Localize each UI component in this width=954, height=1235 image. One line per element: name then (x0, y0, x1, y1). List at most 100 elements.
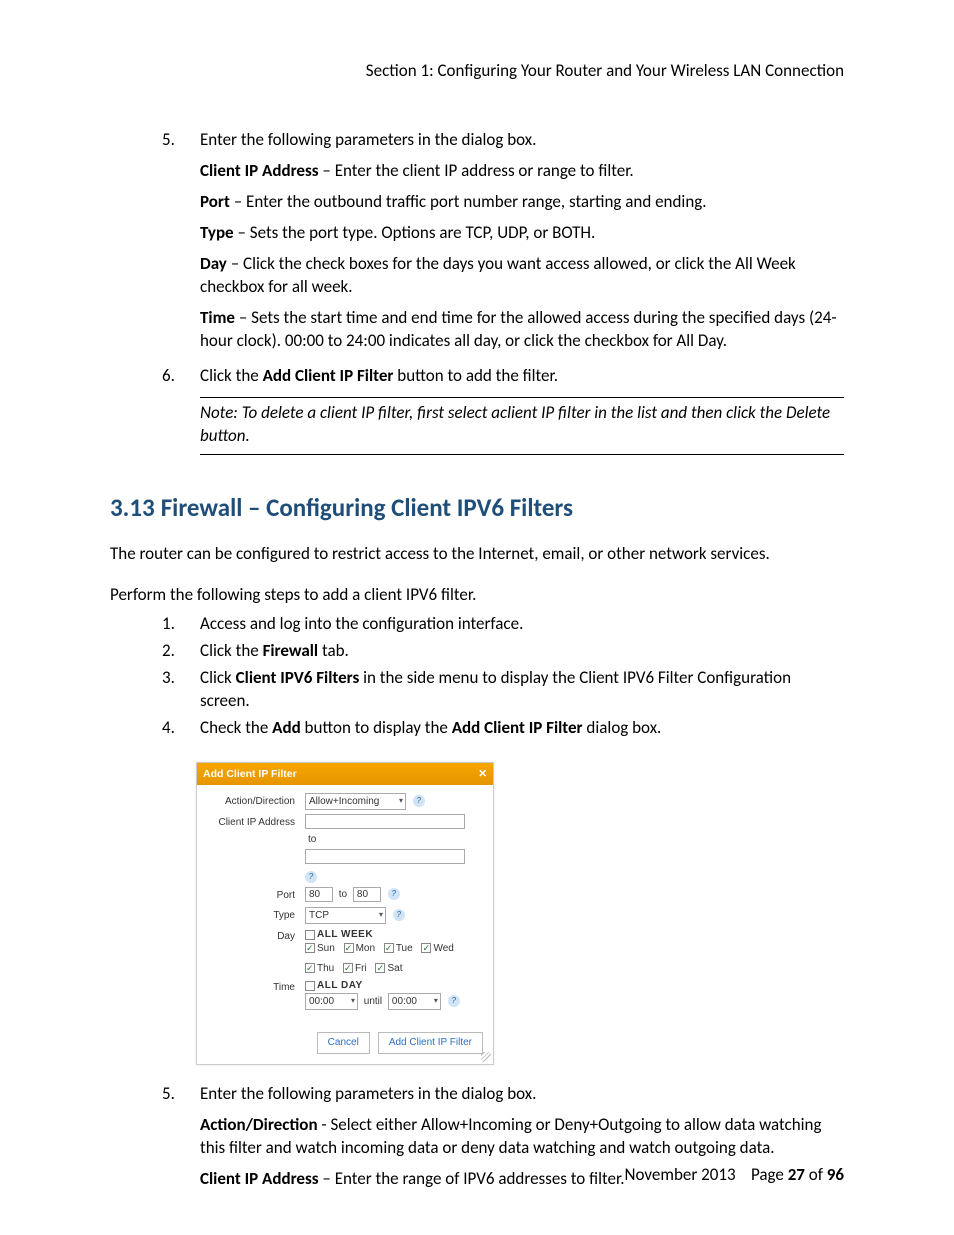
dialog-titlebar: Add Client IP Filter ✕ (197, 763, 493, 785)
until-label: until (364, 996, 382, 1007)
bold-term: Add (272, 717, 301, 738)
add-client-ip-filter-button[interactable]: Add Client IP Filter (378, 1032, 483, 1054)
thu-checkbox[interactable] (305, 963, 315, 973)
label-time: Time (207, 979, 305, 995)
label-port: Port (207, 887, 305, 903)
help-icon[interactable]: ? (305, 871, 317, 883)
help-icon[interactable]: ? (388, 888, 400, 900)
body-paragraph: The router can be configured to restrict… (110, 543, 844, 566)
step-text: Click Client IPV6 Filters in the side me… (200, 667, 844, 713)
allday-label: ALL DAY (317, 980, 363, 991)
day-label: Thu (317, 963, 334, 974)
footer-page-num: 27 (788, 1164, 805, 1185)
step-text: Click the Firewall tab. (200, 640, 844, 663)
mon-checkbox[interactable] (344, 943, 354, 953)
list-number: 4. (110, 717, 200, 740)
bold-term: Firewall (263, 640, 319, 661)
footer-date: November 2013 (625, 1164, 736, 1185)
param-label: Client IP Address (200, 1168, 319, 1189)
param-day: Day – Click the check boxes for the days… (200, 253, 844, 299)
list-number: 5. (110, 1083, 200, 1199)
close-icon[interactable]: ✕ (478, 767, 487, 781)
step-text: Enter the following parameters in the di… (200, 1083, 844, 1106)
note-box: Note: To delete a client IP filter, firs… (200, 397, 844, 455)
param-text: – Click the check boxes for the days you… (200, 253, 796, 297)
step-text: Check the Add button to display the Add … (200, 717, 844, 740)
body-paragraph: Perform the following steps to add a cli… (110, 584, 844, 607)
param-text: – Enter the range of IPV6 addresses to f… (319, 1168, 625, 1189)
time-from-select[interactable]: 00:00 (305, 993, 358, 1010)
text-fragment: tab. (318, 640, 349, 661)
help-icon[interactable]: ? (393, 909, 405, 921)
resize-grip-icon[interactable] (481, 1052, 491, 1062)
section-heading: 3.13 Firewall – Configuring Client IPV6 … (110, 491, 844, 525)
day-label: Fri (355, 963, 367, 974)
text-fragment: Click the (200, 640, 263, 661)
allweek-checkbox[interactable] (305, 930, 315, 940)
list-number: 2. (110, 640, 200, 663)
label-type: Type (207, 907, 305, 923)
client-ip-to-input[interactable] (305, 849, 465, 864)
help-icon[interactable]: ? (448, 995, 460, 1007)
page-footer: November 2013 Page 27 of 96 (625, 1164, 844, 1185)
section-header: Section 1: Configuring Your Router and Y… (110, 60, 844, 81)
bold-term: Client IPV6 Filters (236, 667, 360, 688)
list-number: 3. (110, 667, 200, 713)
dialog-title-text: Add Client IP Filter (203, 767, 297, 781)
param-time: Time – Sets the start time and end time … (200, 307, 844, 353)
allweek-label: ALL WEEK (317, 929, 373, 940)
footer-page-label: Page (751, 1164, 788, 1185)
text-fragment: button to display the (301, 717, 452, 738)
day-label: Sun (317, 943, 335, 954)
param-port: Port – Enter the outbound traffic port n… (200, 191, 844, 214)
param-text: – Enter the outbound traffic port number… (230, 191, 707, 212)
day-label: Tue (396, 943, 413, 954)
list-number: 5. (110, 129, 200, 361)
text-fragment: Click (200, 667, 236, 688)
param-label: Action/Direction (200, 1114, 318, 1135)
list-number: 6. (110, 365, 200, 456)
list-number: 1. (110, 613, 200, 636)
param-label: Type (200, 222, 234, 243)
param-text: – Sets the port type. Options are TCP, U… (234, 222, 596, 243)
heading-title: Firewall – Configuring Client IPV6 Filte… (161, 491, 573, 525)
label-client-ip: Client IP Address (207, 814, 305, 830)
param-type: Type – Sets the port type. Options are T… (200, 222, 844, 245)
sun-checkbox[interactable] (305, 943, 315, 953)
step-text: Click the Add Client IP Filter button to… (200, 365, 844, 388)
footer-total: 96 (827, 1164, 844, 1185)
param-text: – Sets the start time and end time for t… (200, 307, 837, 351)
sat-checkbox[interactable] (375, 963, 385, 973)
param-text: – Enter the client IP address or range t… (319, 160, 634, 181)
client-ip-from-input[interactable] (305, 814, 465, 829)
wed-checkbox[interactable] (421, 943, 431, 953)
param-client-ip: Client IP Address – Enter the client IP … (200, 160, 844, 183)
label-action-direction: Action/Direction (207, 793, 305, 809)
add-client-ip-filter-dialog: Add Client IP Filter ✕ Action/Direction … (196, 762, 494, 1065)
to-label: to (308, 834, 316, 845)
fri-checkbox[interactable] (343, 963, 353, 973)
label-day: Day (207, 928, 305, 944)
day-label: Sat (387, 963, 402, 974)
cancel-button[interactable]: Cancel (317, 1032, 370, 1054)
to-label: to (339, 889, 347, 900)
allday-checkbox[interactable] (305, 981, 315, 991)
port-to-input[interactable]: 80 (353, 887, 381, 902)
footer-of: of (805, 1164, 827, 1185)
param-label: Port (200, 191, 230, 212)
step-text: Enter the following parameters in the di… (200, 129, 844, 152)
param-label: Client IP Address (200, 160, 319, 181)
heading-number: 3.13 (110, 491, 155, 525)
action-direction-select[interactable]: Allow+Incoming (305, 793, 406, 810)
bold-term: Add Client IP Filter (263, 365, 394, 386)
param-action-direction: Action/Direction - Select either Allow+I… (200, 1114, 844, 1160)
day-label: Mon (356, 943, 375, 954)
day-label: Wed (433, 943, 453, 954)
param-label: Time (200, 307, 235, 328)
time-to-select[interactable]: 00:00 (388, 993, 441, 1010)
tue-checkbox[interactable] (384, 943, 394, 953)
type-select[interactable]: TCP (305, 907, 386, 924)
step-text: Access and log into the configuration in… (200, 613, 844, 636)
port-from-input[interactable]: 80 (305, 887, 333, 902)
help-icon[interactable]: ? (413, 795, 425, 807)
